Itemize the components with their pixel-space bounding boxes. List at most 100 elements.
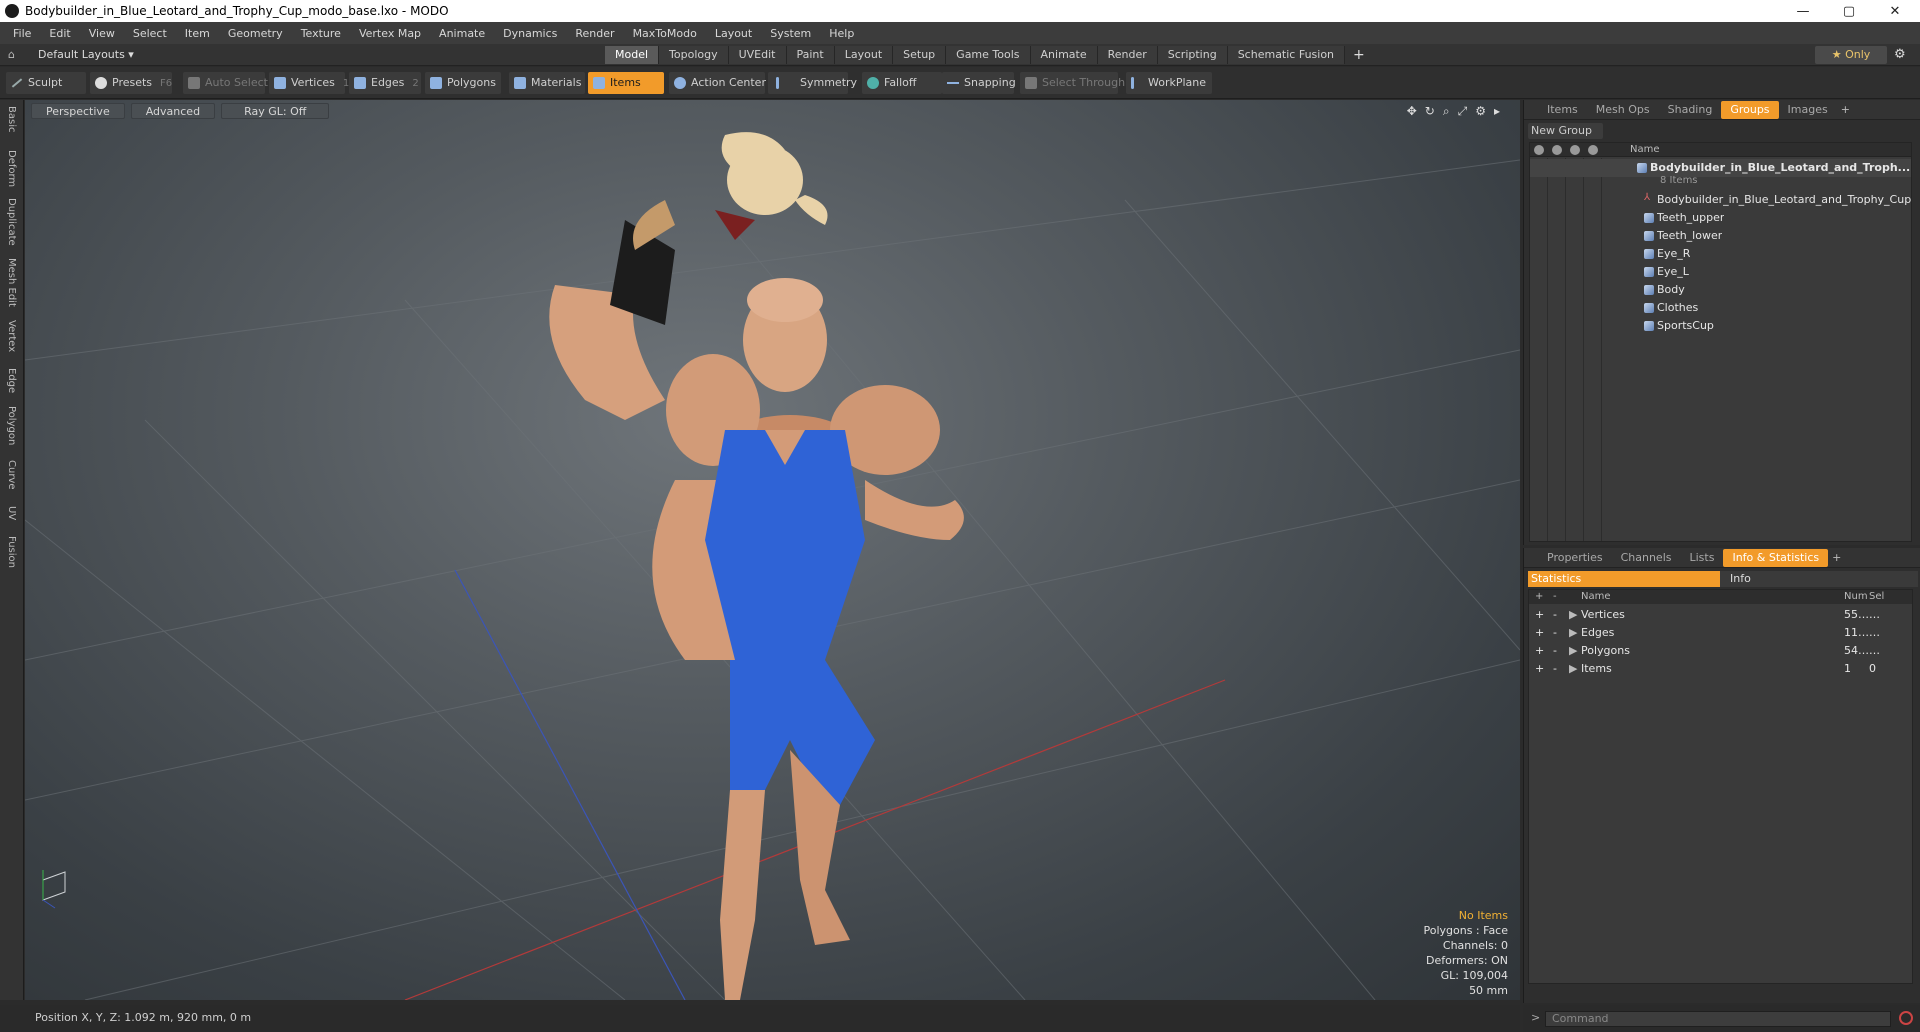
- remove-icon[interactable]: -: [1553, 608, 1557, 621]
- add-icon[interactable]: +: [1535, 662, 1544, 675]
- list-item[interactable]: ⅄ Bodybuilder_in_Blue_Leotard_and_Trophy…: [1530, 191, 1911, 209]
- statistics-subtab[interactable]: Statistics: [1528, 571, 1720, 587]
- workplane-button[interactable]: WorkPlane: [1126, 72, 1212, 94]
- list-item[interactable]: Eye_L: [1530, 263, 1911, 281]
- select-through-button[interactable]: Select Through: [1020, 72, 1125, 94]
- only-toggle-button[interactable]: ★ Only: [1815, 46, 1887, 64]
- expand-arrow-icon[interactable]: ▶: [1569, 608, 1577, 621]
- tab-setup[interactable]: Setup: [893, 46, 947, 64]
- layout-home-icon[interactable]: ⌂: [8, 48, 15, 61]
- menu-item[interactable]: Item: [176, 27, 219, 40]
- menu-animate[interactable]: Animate: [430, 27, 494, 40]
- menu-maxtomodo[interactable]: MaxToModo: [624, 27, 706, 40]
- menu-system[interactable]: System: [761, 27, 820, 40]
- expand-arrow-icon[interactable]: ▶: [1569, 662, 1577, 675]
- record-icon[interactable]: [1899, 1011, 1913, 1025]
- snapping-button[interactable]: Snapping: [942, 72, 1016, 94]
- menu-layout[interactable]: Layout: [706, 27, 761, 40]
- tab-info-statistics[interactable]: Info & Statistics: [1723, 548, 1829, 567]
- table-row[interactable]: + - ▶ Edges 11… …: [1529, 624, 1914, 642]
- remove-icon[interactable]: -: [1553, 662, 1557, 675]
- add-icon[interactable]: +: [1535, 644, 1544, 657]
- tab-lists[interactable]: Lists: [1681, 549, 1724, 567]
- list-item[interactable]: Clothes: [1530, 299, 1911, 317]
- move-view-icon[interactable]: ✥: [1407, 104, 1417, 119]
- expand-arrow-icon[interactable]: ▶: [1569, 626, 1577, 639]
- tab-images[interactable]: Images: [1779, 101, 1837, 119]
- add-icon[interactable]: +: [1535, 608, 1544, 621]
- command-input[interactable]: Command: [1545, 1011, 1891, 1027]
- menu-help[interactable]: Help: [820, 27, 863, 40]
- close-button[interactable]: ✕: [1872, 0, 1918, 22]
- table-row[interactable]: + - ▶ Polygons 54… …: [1529, 642, 1914, 660]
- menu-dynamics[interactable]: Dynamics: [494, 27, 566, 40]
- expand-all-icon[interactable]: +: [1535, 591, 1543, 602]
- tab-scripting[interactable]: Scripting: [1157, 46, 1228, 64]
- vertices-button[interactable]: Vertices 1: [269, 72, 349, 94]
- add-panel-tab-icon[interactable]: +: [1832, 551, 1841, 564]
- expand-arrow-icon[interactable]: ▶: [1569, 644, 1577, 657]
- add-layout-tab-icon[interactable]: +: [1353, 46, 1365, 64]
- tab-topology[interactable]: Topology: [659, 46, 729, 64]
- tab-channels[interactable]: Channels: [1612, 549, 1681, 567]
- viewport-settings-icon[interactable]: ⚙: [1475, 104, 1486, 119]
- tab-paint[interactable]: Paint: [786, 46, 835, 64]
- remove-icon[interactable]: -: [1553, 644, 1557, 657]
- menu-geometry[interactable]: Geometry: [219, 27, 292, 40]
- shading-mode-dropdown[interactable]: Advanced: [130, 103, 216, 119]
- menu-texture[interactable]: Texture: [292, 27, 350, 40]
- list-item[interactable]: SportsCup: [1530, 317, 1911, 335]
- gear-icon[interactable]: ⚙: [1894, 47, 1906, 62]
- menu-vertex-map[interactable]: Vertex Map: [350, 27, 430, 40]
- auto-select-button[interactable]: Auto Select: [183, 72, 268, 94]
- menu-render[interactable]: Render: [566, 27, 623, 40]
- info-subtab[interactable]: Info: [1720, 571, 1918, 587]
- tab-animate[interactable]: Animate: [1030, 46, 1098, 64]
- list-item[interactable]: Teeth_lower: [1530, 227, 1911, 245]
- menu-edit[interactable]: Edit: [40, 27, 79, 40]
- 3d-viewport[interactable]: Perspective Advanced Ray GL: Off ✥ ↻ ⌕ ⤢…: [25, 100, 1520, 1000]
- materials-button[interactable]: Materials: [509, 72, 585, 94]
- add-panel-tab-icon[interactable]: +: [1841, 103, 1850, 116]
- table-row[interactable]: + - ▶ Items 1 0: [1529, 660, 1914, 678]
- sculpt-button[interactable]: Sculpt: [6, 72, 86, 94]
- tab-model[interactable]: Model: [605, 46, 660, 64]
- tab-render[interactable]: Render: [1097, 46, 1158, 64]
- fit-view-icon[interactable]: ⤢: [1458, 104, 1468, 119]
- tab-uvedit[interactable]: UVEdit: [728, 46, 787, 64]
- tab-groups[interactable]: Groups: [1721, 100, 1779, 119]
- remove-icon[interactable]: -: [1553, 626, 1557, 639]
- tab-shading[interactable]: Shading: [1659, 101, 1722, 119]
- symmetry-button[interactable]: Symmetry: [768, 72, 857, 94]
- items-button[interactable]: Items: [588, 72, 664, 94]
- maximize-button[interactable]: ▢: [1826, 0, 1872, 22]
- raygl-toggle[interactable]: Ray GL: Off: [221, 103, 330, 119]
- list-item[interactable]: Body: [1530, 281, 1911, 299]
- menu-view[interactable]: View: [80, 27, 124, 40]
- collapse-all-icon[interactable]: -: [1553, 591, 1557, 602]
- view-mode-dropdown[interactable]: Perspective: [31, 103, 125, 119]
- zoom-view-icon[interactable]: ⌕: [1443, 104, 1450, 119]
- table-row[interactable]: + - ▶ Vertices 55… …: [1529, 606, 1914, 624]
- tab-mesh-ops[interactable]: Mesh Ops: [1587, 101, 1659, 119]
- tab-game-tools[interactable]: Game Tools: [946, 46, 1031, 64]
- tab-properties[interactable]: Properties: [1538, 549, 1612, 567]
- minimize-button[interactable]: —: [1780, 0, 1826, 22]
- polygons-button[interactable]: Polygons: [425, 72, 501, 94]
- list-item[interactable]: Teeth_upper: [1530, 209, 1911, 227]
- menu-file[interactable]: File: [4, 27, 40, 40]
- tab-layout[interactable]: Layout: [834, 46, 894, 64]
- default-layouts-dropdown[interactable]: Default Layouts ▾: [38, 48, 134, 61]
- tab-schematic-fusion[interactable]: Schematic Fusion: [1227, 46, 1346, 64]
- menu-select[interactable]: Select: [124, 27, 176, 40]
- edges-button[interactable]: Edges 2: [349, 72, 421, 94]
- new-group-button[interactable]: New Group: [1528, 123, 1603, 139]
- viewport-expand-icon[interactable]: ▸: [1494, 104, 1500, 119]
- action-center-button[interactable]: Action Center: [669, 72, 766, 94]
- add-icon[interactable]: +: [1535, 626, 1544, 639]
- list-item[interactable]: Eye_R: [1530, 245, 1911, 263]
- tab-items[interactable]: Items: [1538, 101, 1587, 119]
- presets-button[interactable]: Presets F6: [90, 72, 172, 94]
- falloff-button[interactable]: Falloff: [862, 72, 942, 94]
- rotate-view-icon[interactable]: ↻: [1425, 104, 1435, 119]
